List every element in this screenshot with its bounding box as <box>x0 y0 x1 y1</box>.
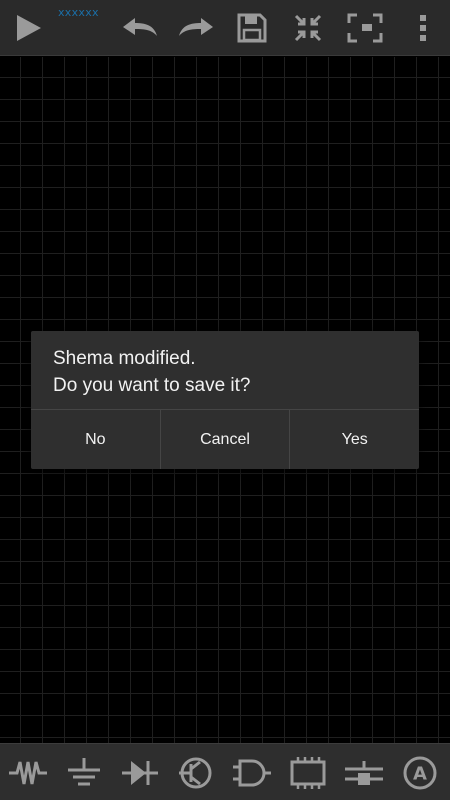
dialog-message: Shema modified. Do you want to save it? <box>53 348 251 396</box>
undo-button[interactable] <box>112 0 168 56</box>
run-button[interactable] <box>0 0 56 56</box>
compress-icon <box>294 14 322 42</box>
toolbar-label: xxxxxx <box>58 6 99 19</box>
no-button[interactable]: No <box>31 410 160 469</box>
fullscreen-button[interactable] <box>336 0 394 56</box>
ground-button[interactable] <box>56 744 112 800</box>
redo-icon <box>179 18 213 36</box>
diode-icon <box>122 760 158 785</box>
save-dialog: Shema modified. Do you want to save it? … <box>31 331 419 469</box>
ground-icon <box>68 757 100 785</box>
redo-button[interactable] <box>168 0 224 56</box>
chip-icon <box>290 756 326 789</box>
cancel-button[interactable]: Cancel <box>159 410 290 469</box>
logic-gate-icon <box>233 759 271 786</box>
switch-icon <box>345 760 383 785</box>
probe-letter: A <box>413 763 427 784</box>
fit-view-button[interactable] <box>280 0 336 56</box>
more-vert-icon <box>420 15 426 41</box>
play-icon <box>17 15 41 41</box>
diode-button[interactable] <box>112 744 168 800</box>
transistor-button[interactable] <box>168 744 224 800</box>
dialog-actions: No Cancel Yes <box>31 409 419 469</box>
resistor-button[interactable] <box>0 744 56 800</box>
overflow-menu-button[interactable] <box>396 0 450 56</box>
fullscreen-icon <box>347 13 383 43</box>
undo-icon <box>123 18 157 36</box>
top-toolbar: xxxxxx <box>0 0 450 56</box>
probe-a-icon: A <box>403 756 437 789</box>
probe-button[interactable]: A <box>392 744 448 800</box>
switch-button[interactable] <box>336 744 392 800</box>
chip-button[interactable] <box>280 744 336 800</box>
save-icon <box>237 13 267 43</box>
component-palette: A <box>0 743 450 800</box>
yes-button[interactable]: Yes <box>289 410 419 469</box>
transistor-icon <box>179 757 212 788</box>
logic-gate-button[interactable] <box>224 744 280 800</box>
save-button[interactable] <box>224 0 280 56</box>
resistor-icon <box>9 761 47 784</box>
